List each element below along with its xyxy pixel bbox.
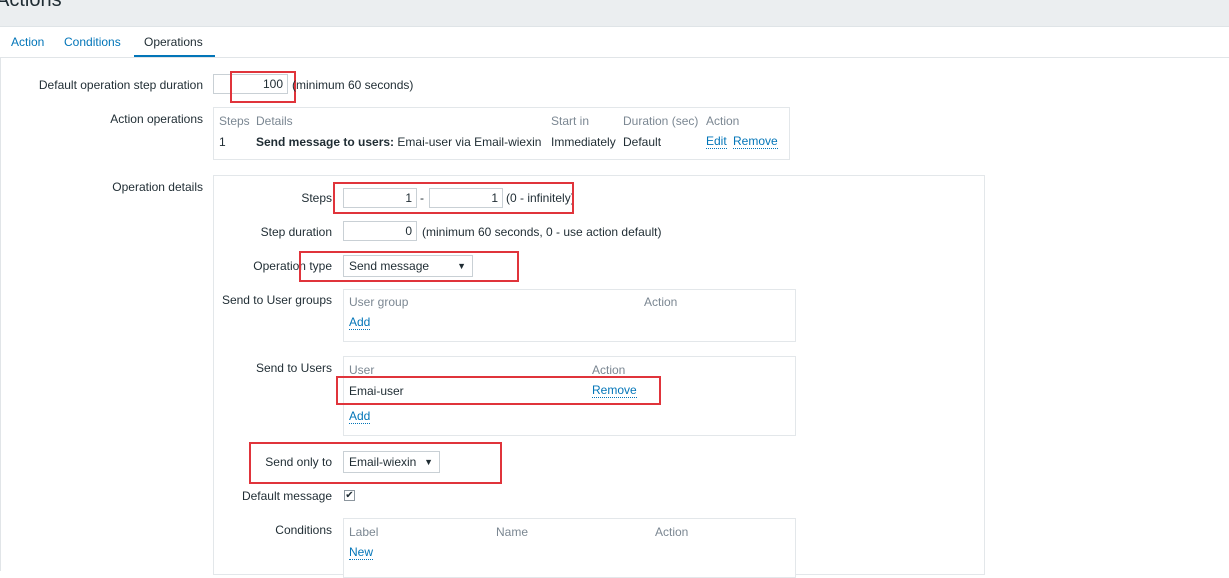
action-operations-table [213, 107, 790, 160]
highlight-send-only-to [249, 442, 502, 484]
user-groups-table [343, 289, 796, 342]
page-header [0, 0, 1229, 27]
operation-steps: 1 [219, 135, 226, 149]
col-condition-action: Action [655, 525, 689, 539]
highlight-default-step [230, 71, 296, 103]
col-duration: Duration (sec) [623, 114, 699, 128]
col-condition-label: Label [349, 525, 379, 539]
operation-duration: Default [623, 135, 662, 149]
col-details: Details [256, 114, 293, 128]
col-start-in: Start in [551, 114, 590, 128]
step-duration-input[interactable] [343, 221, 417, 241]
tab-conditions[interactable]: Conditions [64, 35, 121, 49]
step-duration-hint: (minimum 60 seconds, 0 - use action defa… [422, 225, 662, 239]
send-to-user-groups-label: Send to User groups [221, 293, 332, 307]
col-user: User [349, 363, 375, 377]
highlight-operation-type [299, 251, 519, 282]
default-step-duration-hint: (minimum 60 seconds) [292, 78, 414, 92]
operation-details-bold: Send message to users: [256, 135, 395, 149]
tab-action[interactable]: Action [11, 35, 44, 49]
steps-label: Steps [301, 191, 332, 205]
add-user-link[interactable]: Add [349, 410, 371, 424]
tab-divider [0, 57, 1229, 58]
operation-details-label: Operation details [112, 180, 203, 194]
page-title: Actions [0, 0, 62, 11]
col-steps: Steps [219, 114, 250, 128]
action-operations-label: Action operations [110, 112, 203, 126]
highlight-steps [333, 182, 574, 214]
default-message-label: Default message [241, 489, 332, 503]
default-message-checkbox[interactable]: ✔ [344, 490, 355, 501]
new-condition-link[interactable]: New [349, 546, 374, 560]
col-user-group-action: Action [644, 295, 678, 309]
conditions-table [343, 518, 796, 578]
tab-operations[interactable]: Operations [144, 35, 203, 49]
operation-details-rest: Emai-user via Email-wiexin [394, 135, 542, 149]
operation-edit-link[interactable]: Edit [706, 135, 727, 149]
default-step-duration-label: Default operation step duration [38, 78, 203, 92]
col-user-group: User group [349, 295, 409, 309]
operation-start-in: Immediately [551, 135, 616, 149]
operation-details: Send message to users: Emai-user via Ema… [256, 135, 541, 149]
col-user-action: Action [592, 363, 626, 377]
highlight-user-row [336, 376, 661, 405]
conditions-label: Conditions [275, 523, 332, 537]
send-to-users-label: Send to Users [255, 361, 332, 375]
col-condition-name: Name [496, 525, 529, 539]
add-user-group-link[interactable]: Add [349, 316, 371, 330]
col-action: Action [706, 114, 740, 128]
content-border [0, 58, 1, 571]
step-duration-label: Step duration [260, 225, 332, 239]
operation-remove-link[interactable]: Remove [733, 135, 778, 149]
